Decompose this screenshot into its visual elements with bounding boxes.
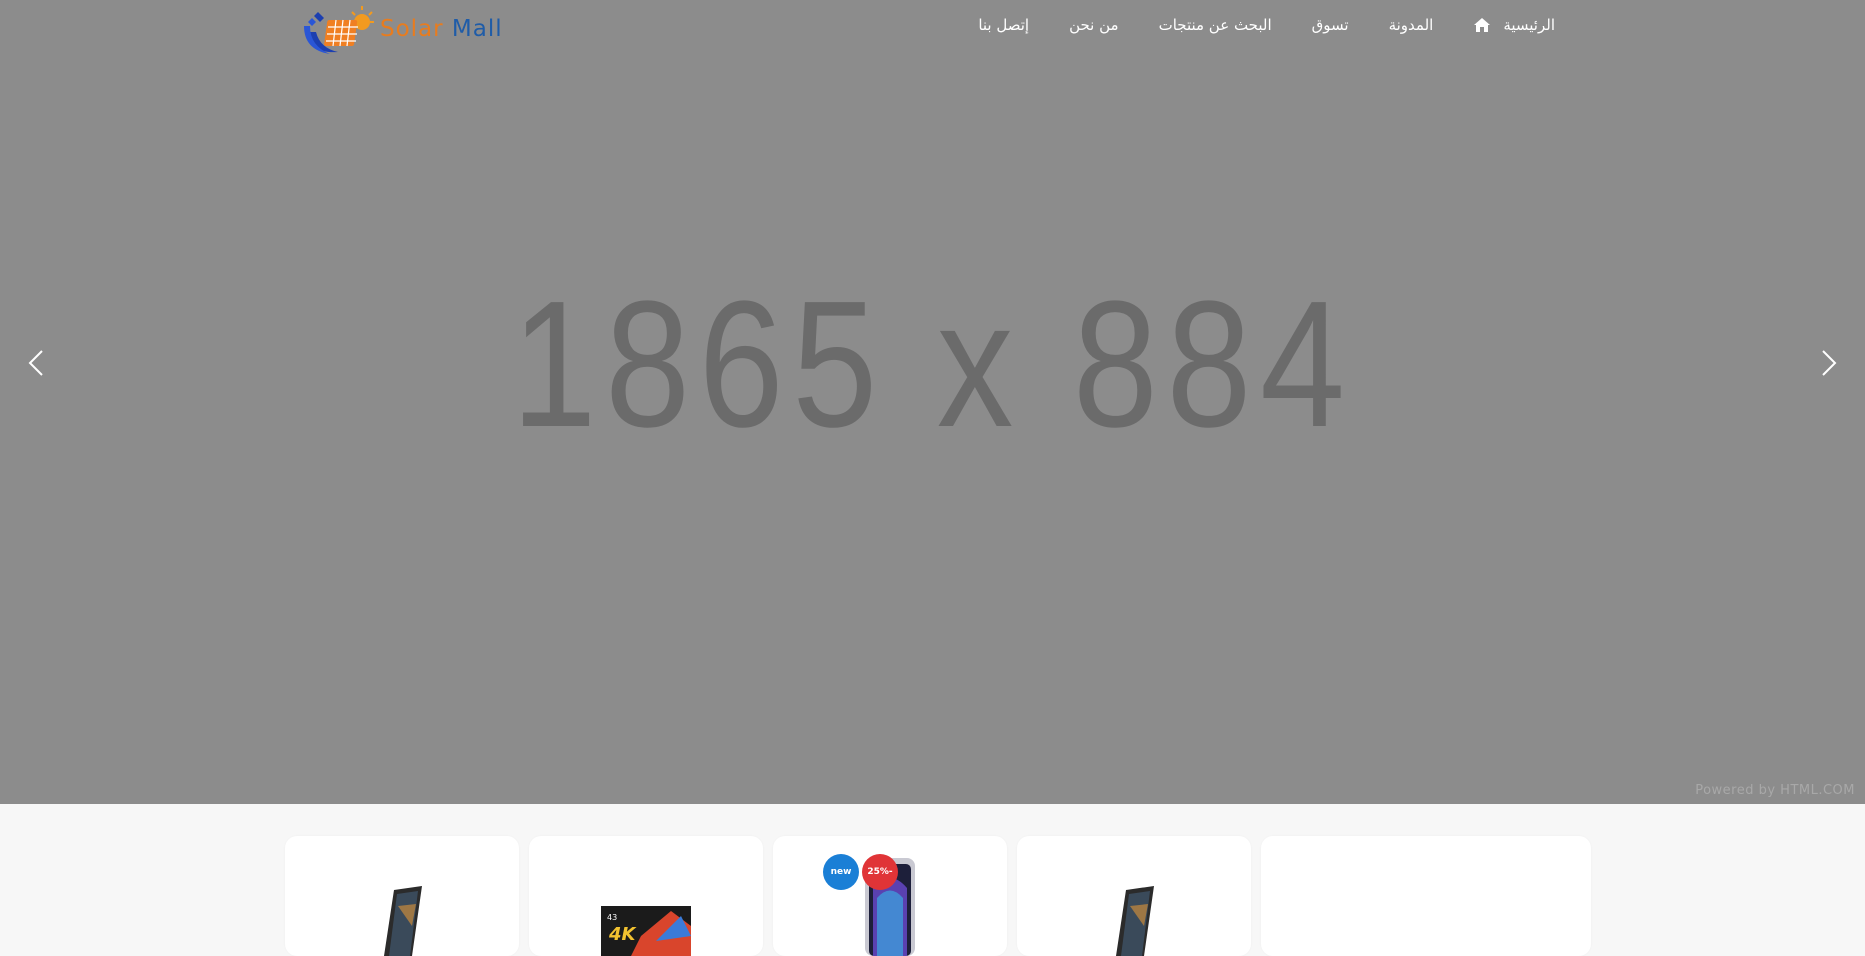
nav-item-label: البحث عن منتجات [1158, 16, 1272, 34]
nav-item-shop[interactable]: تسوق [1312, 16, 1349, 34]
slider-prev-button[interactable] [22, 343, 52, 383]
hero-slider: 1865 x 884 Powered by HTML.COM [0, 0, 1865, 804]
main-nav: الرئيسية المدونة تسوق البحث عن منتجات من… [978, 16, 1555, 34]
site-logo[interactable]: Solar Mall [300, 2, 503, 56]
phone-image [384, 886, 422, 956]
product-cards-row: 43 4K new 25%- [285, 836, 1591, 956]
nav-item-contact[interactable]: إتصل بنا [978, 16, 1029, 34]
nav-item-blog[interactable]: المدونة [1389, 16, 1434, 34]
home-icon [1473, 17, 1491, 33]
powered-by-link[interactable]: Powered by HTML.COM [1695, 783, 1855, 798]
new-badge: new [823, 854, 859, 890]
product-card[interactable]: 43 4K [529, 836, 763, 956]
logo-text-mall: Mall [443, 16, 503, 42]
nav-item-label: المدونة [1388, 16, 1434, 34]
product-card[interactable] [1261, 836, 1591, 956]
nav-item-home[interactable]: الرئيسية [1473, 16, 1555, 34]
svg-text:43: 43 [607, 913, 617, 922]
tv-image: 43 4K [601, 906, 691, 956]
chevron-right-icon [1822, 350, 1837, 376]
nav-item-product-search[interactable]: البحث عن منتجات [1159, 16, 1272, 34]
product-card[interactable] [285, 836, 519, 956]
tv-4k-label: 4K [608, 924, 638, 945]
logo-text-solar: Solar [380, 16, 444, 42]
product-card[interactable]: new 25%- [773, 836, 1007, 956]
nav-item-label: الرئيسية [1503, 16, 1555, 34]
slider-placeholder-text: 1865 x 884 [511, 264, 1354, 465]
discount-badge: 25%- [862, 854, 898, 890]
slider-next-button[interactable] [1813, 343, 1843, 383]
nav-item-label: من نحن [1069, 16, 1119, 34]
product-card[interactable] [1017, 836, 1251, 956]
solar-panel-logo-icon [304, 6, 374, 54]
nav-item-label: تسوق [1311, 16, 1349, 34]
logo-text: Solar Mall [380, 16, 503, 42]
nav-item-about[interactable]: من نحن [1069, 16, 1119, 34]
site-header: Solar Mall الرئيسية المدونة تسوق البحث ع… [0, 0, 1865, 60]
chevron-left-icon [28, 350, 43, 376]
nav-item-label: إتصل بنا [978, 16, 1030, 34]
phone-image [1116, 886, 1154, 956]
